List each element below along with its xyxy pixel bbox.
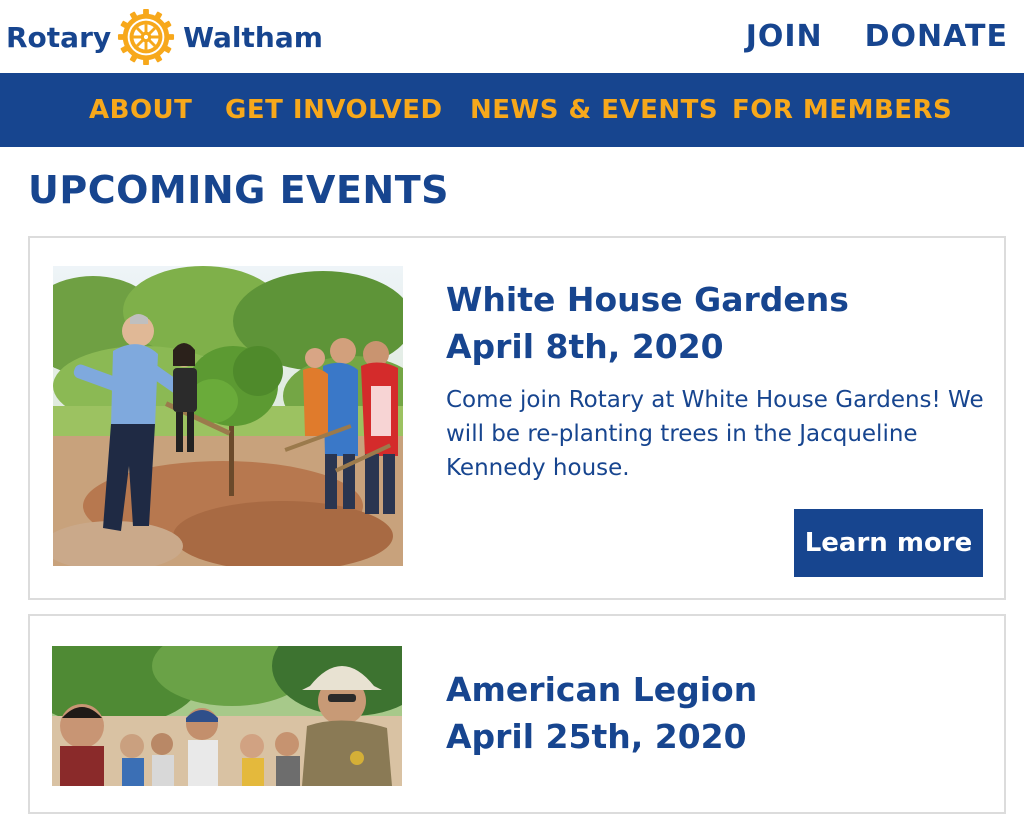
rotary-wheel-icon [118,8,175,66]
tree-planting-photo [53,266,403,566]
nav-item-about[interactable]: ABOUT [89,73,192,147]
rotary-logo-link[interactable]: Rotary Waltham [6,6,323,68]
event-date: April 25th, 2020 [446,717,747,756]
event-description: Come join Rotary at White House Gardens!… [446,387,984,481]
american-legion-photo [52,646,402,786]
event-photo[interactable] [53,266,403,566]
event-title[interactable]: White House Gardens [446,276,849,323]
event-card: White House Gardens April 8th, 2020 Come… [28,236,1006,600]
nav-item-news-events[interactable]: NEWS & EVENTS [470,73,718,147]
event-photo[interactable] [52,646,402,786]
donate-link[interactable]: DONATE [865,19,1008,54]
page-title: UPCOMING EVENTS [28,168,449,212]
nav-item-for-members[interactable]: FOR MEMBERS [732,73,952,147]
main-nav: ABOUT GET INVOLVED NEWS & EVENTS FOR MEM… [0,73,1024,147]
event-card: American Legion April 25th, 2020 [28,614,1006,814]
learn-more-button[interactable]: Learn more [794,509,983,577]
club-name: Waltham [183,20,323,54]
top-links: JOIN DONATE [746,0,1008,73]
logo-wordmark: Rotary [6,20,112,54]
top-header: Rotary Waltham JOIN DONATE [0,0,1024,73]
event-date: April 8th, 2020 [446,327,724,366]
join-link[interactable]: JOIN [746,19,823,54]
nav-item-get-involved[interactable]: GET INVOLVED [225,73,443,147]
event-title[interactable]: American Legion [446,666,757,713]
